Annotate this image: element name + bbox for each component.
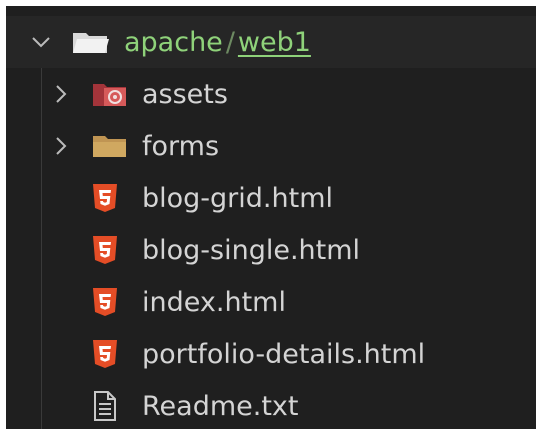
file-explorer-panel: apache / web1 assets forms blog-grid.htm…	[6, 6, 536, 429]
path-separator: /	[225, 27, 235, 58]
html5-icon	[92, 287, 118, 317]
html5-icon	[92, 235, 118, 265]
chevron-right-icon[interactable]	[50, 135, 72, 157]
tree-item-forms[interactable]: forms	[6, 120, 536, 172]
chevron-down-icon[interactable]	[30, 31, 52, 53]
root-parent-name: apache	[124, 27, 223, 58]
tree-item-portfolio-details[interactable]: portfolio-details.html	[6, 328, 536, 380]
html5-icon	[92, 339, 118, 369]
tree-item-label: forms	[142, 131, 220, 162]
tree-item-blog-single[interactable]: blog-single.html	[6, 224, 536, 276]
folder-gear-icon	[92, 80, 128, 108]
tree-item-index[interactable]: index.html	[6, 276, 536, 328]
root-folder-path: apache / web1	[124, 29, 311, 56]
tree-item-readme[interactable]: Readme.txt	[6, 380, 536, 429]
tree-item-assets[interactable]: assets	[6, 68, 536, 120]
root-current-name: web1	[237, 27, 311, 58]
tree-item-label: assets	[142, 79, 228, 110]
tree-item-blog-grid[interactable]: blog-grid.html	[6, 172, 536, 224]
tree-item-label: portfolio-details.html	[142, 339, 426, 370]
root-folder-row[interactable]: apache / web1	[6, 16, 536, 68]
tree-item-label: Readme.txt	[142, 391, 299, 422]
tree-item-label: blog-single.html	[142, 235, 361, 266]
text-file-icon	[92, 391, 118, 421]
chevron-right-icon[interactable]	[50, 83, 72, 105]
folder-open-icon	[70, 29, 112, 55]
html5-icon	[92, 183, 118, 213]
tree-item-label: index.html	[142, 287, 286, 318]
folder-icon	[92, 133, 128, 159]
tree-item-label: blog-grid.html	[142, 183, 334, 214]
